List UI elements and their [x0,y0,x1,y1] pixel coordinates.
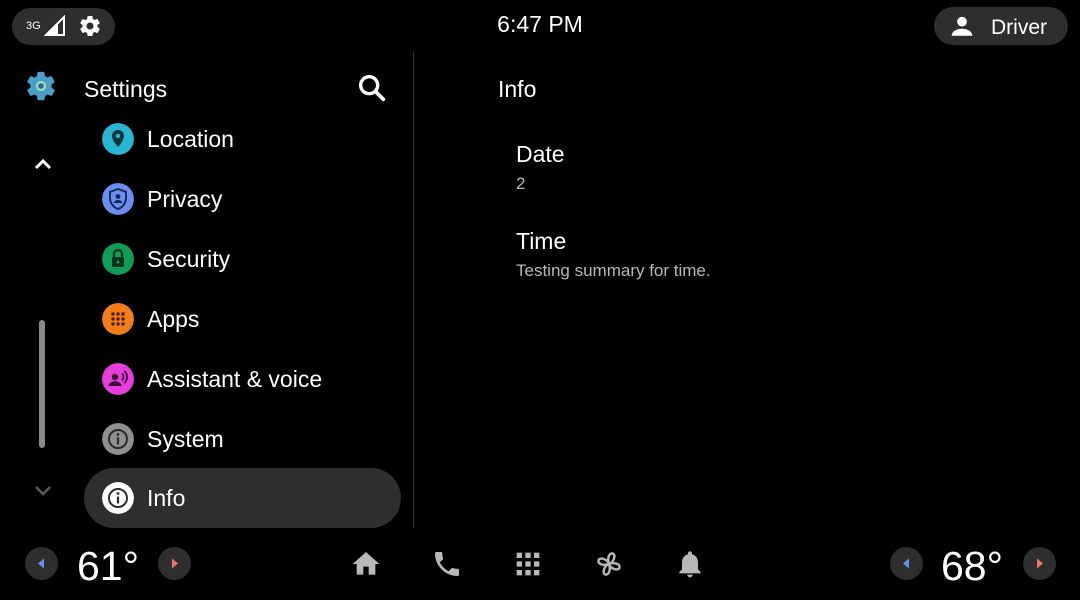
menu-item-assistant-voice[interactable]: Assistant & voice [84,349,401,409]
left-temp-down-button[interactable] [25,547,58,580]
menu-item-info[interactable]: Info [84,468,401,528]
menu-item-label: Apps [147,306,200,332]
right-temp-down-button[interactable] [890,547,923,580]
home-icon[interactable] [350,548,382,580]
person-icon [951,16,973,36]
right-temp-up-button[interactable] [1023,547,1056,580]
preference-time[interactable]: Time Testing summary for time. [516,228,1056,288]
menu-item-label: Security [147,246,231,272]
page-title: Info [498,76,537,102]
menu-item-label: Privacy [147,186,223,212]
preference-date[interactable]: Date 2 [516,141,1056,201]
menu-item-system[interactable]: System [84,409,401,469]
menu-item-apps[interactable]: Apps [84,289,401,349]
privacy-icon [102,183,134,215]
menu-item-label: Assistant & voice [147,366,323,392]
phone-icon[interactable] [431,548,463,580]
settings-app-icon [27,71,55,101]
search-icon[interactable] [355,71,389,105]
lock-icon [102,243,134,275]
fan-icon[interactable] [593,548,625,580]
left-temperature[interactable]: 61° [77,543,139,590]
preference-title: Date [516,141,565,167]
preference-title: Time [516,228,567,254]
preference-summary: 2 [516,174,526,193]
scroll-down-icon[interactable] [31,479,55,503]
scrollbar-thumb[interactable] [39,320,45,448]
app-grid-icon[interactable] [512,548,544,580]
menu-item-label: System [147,426,224,452]
assistant-voice-icon [102,363,134,395]
user-name: Driver [991,16,1047,39]
menu-item-label: Location [147,126,234,152]
right-temperature[interactable]: 68° [941,543,1003,590]
bell-icon[interactable] [674,548,706,580]
arrow-left-icon [38,558,44,569]
menu-item-location[interactable]: Location [84,109,401,169]
info-icon [102,423,134,455]
menu-item-privacy[interactable]: Privacy [84,169,401,229]
clock: 6:47 PM [497,11,583,37]
arrow-right-icon [172,558,178,569]
settings-title: Settings [84,76,168,102]
scroll-up-icon[interactable] [31,152,55,176]
preference-summary: Testing summary for time. [516,261,711,280]
left-temp-up-button[interactable] [158,547,191,580]
menu-item-label: Info [147,485,186,511]
arrow-right-icon [1037,558,1043,569]
arrow-left-icon [903,558,909,569]
pane-divider [413,52,414,528]
info-icon [102,482,134,514]
menu-item-security[interactable]: Security [84,229,401,289]
apps-grid-icon [102,303,134,335]
location-icon [102,123,134,155]
